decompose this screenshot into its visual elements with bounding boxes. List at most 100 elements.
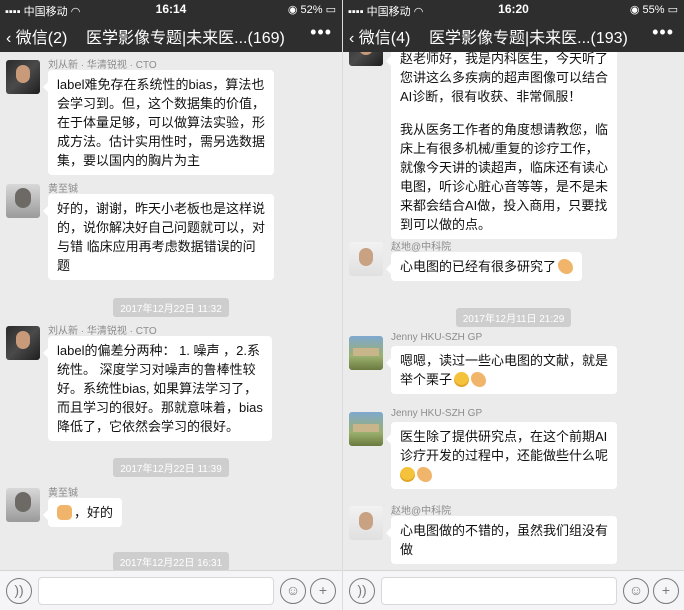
thumbs-up-icon	[57, 505, 72, 520]
message-line: 到可以做的点。	[400, 217, 492, 232]
message-line: 就像今天讲的读超声，临床还有读心	[400, 160, 609, 175]
message-line: 床上有很多机械/重复的诊疗工作，	[400, 141, 599, 156]
message-line: 降低了，它依然会学习的很好。	[57, 419, 240, 434]
message-line: 在于体量足够，可以做算法实验，形	[57, 115, 266, 130]
back-button[interactable]: ‹ 微信(4)	[349, 24, 410, 48]
chat-title: 医学影像专题|未来医...(193)	[429, 30, 628, 47]
message-line: 举个栗子	[400, 372, 453, 387]
message-line: 心电图的已经有很多研究了	[400, 259, 557, 274]
avatar[interactable]	[349, 506, 383, 540]
chat-header: ‹ 微信(4) 医学影像专题|未来医...(193) •••	[343, 18, 684, 52]
message-line: 成方法。估计实用性时，需另选数据	[57, 134, 266, 149]
smile-icon	[454, 372, 470, 387]
input-bar: )) ☺ +	[343, 570, 684, 610]
message-line: 而且学习的很好。那就意味着，bias	[57, 400, 263, 415]
phone-screen-left: ▪▪▪▪ 中国移动 ◠ 16:14 ◉ 52% ▭ ‹ 微信(2) 医学影像专题…	[0, 0, 342, 610]
avatar[interactable]	[349, 52, 383, 66]
back-label: 微信(4)	[358, 30, 411, 47]
message-bubble[interactable]: ，好的	[42, 498, 123, 527]
plus-circle-icon[interactable]: +	[310, 578, 336, 604]
avatar[interactable]	[349, 412, 383, 446]
sender-name: Jenny HKU-SZH GP	[391, 332, 483, 343]
message-bubble[interactable]: 赵老师好，我是内科医生，今天听了 您讲这么多疾病的超声图像可以结合 AI诊断，很…	[385, 52, 618, 239]
message-line: 电图，听诊心脏心音等等，是不是未	[400, 179, 609, 194]
emoji-icon[interactable]: ☺	[280, 578, 306, 604]
timestamp-divider: 2017年12月22日 11:39	[0, 458, 342, 477]
message-bubble[interactable]: label难免存在系统性的bias，算法也 会学习到。但，这个数据集的价值， 在…	[42, 70, 275, 175]
clap-icon	[417, 467, 432, 482]
more-dots-icon[interactable]: •••	[310, 22, 332, 43]
clap-icon	[558, 259, 574, 274]
message-line: 与错 临床应用再考虑数据错误的问	[57, 239, 256, 254]
emoji-icon[interactable]: ☺	[623, 578, 649, 604]
avatar[interactable]	[6, 184, 40, 218]
message-line: 会学习到。但，这个数据集的价值，	[57, 96, 266, 111]
message-line: label的偏差分两种： 1. 噪声 ，2.系	[57, 343, 260, 358]
avatar[interactable]	[6, 60, 40, 94]
battery-percent: 52%	[300, 4, 323, 16]
sender-name: 黄至铖	[48, 184, 78, 195]
chat-title: 医学影像专题|未来医...(169)	[86, 30, 285, 47]
chevron-left-icon: ‹	[6, 30, 16, 47]
message-list[interactable]: 刘从新 · 华清锐视 · CTO label难免存在系统性的bias，算法也 会…	[0, 52, 342, 570]
smile-icon	[400, 467, 415, 482]
back-label: 微信(2)	[15, 30, 68, 47]
more-dots-icon[interactable]: •••	[652, 22, 674, 43]
timestamp-divider: 2017年12月11日 21:29	[343, 308, 684, 327]
message-line: 做	[400, 542, 414, 557]
message-bubble[interactable]: 心电图的已经有很多研究了	[385, 252, 583, 281]
clap-icon	[471, 372, 487, 387]
message-bubble[interactable]: label的偏差分两种： 1. 噪声 ，2.系 统性。 深度学习对噪声的鲁棒性较…	[43, 336, 272, 441]
avatar[interactable]	[6, 488, 40, 522]
message-line	[400, 106, 608, 120]
message-line: AI诊断，很有收获、非常佩服！	[400, 89, 582, 104]
message-line: label难免存在系统性的bias，算法也	[57, 77, 265, 92]
timestamp: 2017年12月22日 11:39	[113, 458, 229, 477]
message-list[interactable]: 赵老师好，我是内科医生，今天听了 您讲这么多疾病的超声图像可以结合 AI诊断，很…	[343, 52, 684, 570]
message-input[interactable]	[38, 577, 274, 605]
message-line: 统性。 深度学习对噪声的鲁棒性较	[57, 362, 256, 377]
message-bubble[interactable]: 医生除了提供研究点，在这个前期AI 诊疗开发的过程中，还能做些什么呢	[385, 422, 618, 489]
timestamp: 2017年12月11日 21:29	[455, 308, 572, 327]
alarm-icon: ◉	[287, 4, 301, 16]
alarm-icon: ◉	[629, 4, 643, 16]
message-line: 题	[57, 258, 71, 273]
avatar[interactable]	[349, 336, 383, 370]
status-bar: ▪▪▪▪ 中国移动 ◠ 16:14 ◉ 52% ▭	[0, 0, 342, 18]
battery-percent: 55%	[642, 4, 665, 16]
message-line: 诊疗开发的过程中，还能做些什么呢	[400, 448, 609, 463]
timestamp-divider: 2017年12月22日 11:32	[0, 298, 342, 317]
avatar[interactable]	[6, 326, 40, 360]
sender-name: 刘从新 · 华清锐视 · CTO	[48, 326, 157, 337]
message-line: 好。系统性bias, 如果算法学习了，	[57, 381, 258, 396]
battery-icon: ▭	[667, 4, 678, 16]
message-bubble[interactable]: 嗯嗯，读过一些心电图的文献，就是 举个栗子	[385, 346, 618, 394]
message-line: ，好的	[74, 505, 114, 520]
sender-name: 刘从新 · 华清锐视 · CTO	[48, 60, 157, 71]
avatar[interactable]	[349, 242, 383, 276]
battery-icon: ▭	[325, 4, 336, 16]
sender-name: 赵地@中科院	[391, 242, 452, 253]
sender-name: 赵地@中科院	[391, 506, 452, 517]
message-line: 来都会结合AI做，投入商用，只要找	[400, 198, 608, 213]
input-bar: )) ☺ +	[0, 570, 342, 610]
voice-icon[interactable]: ))	[349, 578, 375, 604]
phone-screen-right: ▪▪▪▪ 中国移动 ◠ 16:20 ◉ 55% ▭ ‹ 微信(4) 医学影像专题…	[342, 0, 684, 610]
message-input[interactable]	[381, 577, 617, 605]
chat-header: ‹ 微信(2) 医学影像专题|未来医...(169) •••	[0, 18, 342, 52]
timestamp: 2017年12月22日 11:32	[113, 298, 229, 317]
message-line: 的，说你解决好自己问题就可以，对	[57, 220, 266, 235]
message-line: 心电图做的不错的，虽然我们组没有	[400, 523, 609, 538]
message-line: 嗯嗯，读过一些心电图的文献，就是	[400, 353, 609, 368]
message-line: 您讲这么多疾病的超声图像可以结合	[400, 70, 609, 85]
message-bubble[interactable]: 好的，谢谢，昨天小老板也是这样说 的，说你解决好自己问题就可以，对 与错 临床应…	[42, 194, 275, 280]
voice-icon[interactable]: ))	[6, 578, 32, 604]
message-line: 医生除了提供研究点，在这个前期AI	[400, 429, 608, 444]
timestamp-divider: 2017年12月22日 16:31	[0, 552, 342, 570]
back-button[interactable]: ‹ 微信(2)	[6, 24, 67, 48]
message-line: 集，要以国内的胸片为主	[57, 153, 201, 168]
message-line: 我从医务工作者的角度想请教您，临	[400, 122, 609, 137]
plus-circle-icon[interactable]: +	[653, 578, 679, 604]
message-bubble[interactable]: 心电图做的不错的，虽然我们组没有 做	[385, 516, 618, 564]
sender-name: 黄至铖	[48, 488, 78, 499]
